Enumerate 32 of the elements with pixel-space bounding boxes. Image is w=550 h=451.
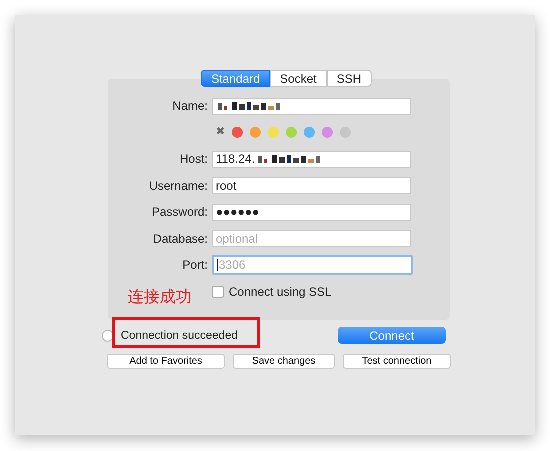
input-field[interactable]: root <box>212 177 411 194</box>
clear-color-button[interactable]: ✖ <box>216 127 225 138</box>
tab[interactable]: SSH <box>326 70 372 87</box>
input-field[interactable] <box>212 98 411 115</box>
input-field[interactable]: 118.24. <box>212 150 411 168</box>
text-cursor <box>217 259 218 272</box>
field-label: Database: <box>152 232 209 246</box>
checkbox-label: Connect using SSL <box>229 284 332 299</box>
field-label: Name: <box>172 99 209 114</box>
color-swatch[interactable] <box>322 127 333 138</box>
tab[interactable]: Socket <box>270 70 327 87</box>
field-value: 118.24. <box>216 152 256 166</box>
field-value: root <box>216 178 237 193</box>
field-value: ●●●●●● <box>216 205 260 220</box>
color-swatch[interactable] <box>286 127 297 138</box>
checkbox[interactable] <box>212 286 224 298</box>
action-button[interactable]: Add to Favorites <box>107 354 225 369</box>
color-swatch[interactable] <box>304 127 315 138</box>
placeholder-text: optional <box>216 232 258 246</box>
placeholder-text: 3306 <box>219 258 246 272</box>
field-label: Password: <box>150 205 209 220</box>
annotation-text: 连接成功 <box>128 287 192 308</box>
status-message: Connection succeeded <box>121 330 238 342</box>
input-field[interactable]: ●●●●●● <box>212 204 411 221</box>
color-swatch[interactable] <box>250 127 261 138</box>
field-label: Port: <box>182 258 209 272</box>
action-button[interactable]: Save changes <box>233 354 335 369</box>
action-button[interactable]: Test connection <box>343 354 451 369</box>
color-swatch[interactable] <box>232 127 243 138</box>
color-swatch[interactable] <box>268 127 279 138</box>
field-label: Host: <box>178 152 209 166</box>
field-label: Username: <box>148 178 209 193</box>
